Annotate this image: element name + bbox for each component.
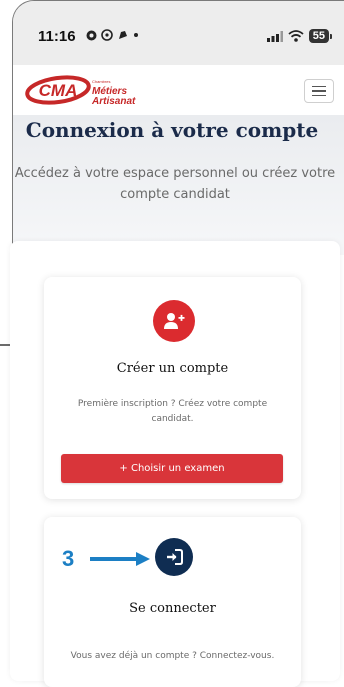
messaging-app-icon [119,31,127,39]
cma-logo[interactable]: CMA [25,75,91,105]
notification-dot-icon [86,30,97,40]
create-account-text: Première inscription ? Créez votre compt… [77,399,268,424]
status-notification-icons [86,29,139,41]
whatsapp-icon [101,29,113,41]
login-text: Vous avez déjà un compte ? Connectez-vou… [70,651,275,661]
create-account-card: Créer un compte Première inscription ? C… [44,277,301,499]
annotation-arrow-icon [90,552,150,566]
login-card[interactable]: Se connecter Vous avez déjà un compte ? … [44,517,301,687]
annotation-step-number: 3 [62,546,75,571]
logo-line3: Artisanat [92,96,136,107]
signal-icon [266,30,283,42]
battery-indicator: 55 [308,29,333,43]
hamburger-menu-icon[interactable] [304,79,334,103]
create-account-title: Créer un compte [116,361,229,376]
more-dot-icon [134,33,138,37]
page-subtitle: Accédez à votre espace personnel ou crée… [14,166,336,202]
status-system-icons: 55 [266,29,333,43]
status-time: 11:16 [38,28,76,45]
status-bar: 11:16 55 [13,1,344,65]
wifi-icon [288,30,304,42]
site-header: CMA Chambres Métiers Artisanat [13,65,344,116]
choose-exam-button[interactable]: + Choisir un examen [61,454,283,483]
logo-wordmark: Chambres Métiers Artisanat [92,77,135,107]
login-icon [155,538,193,576]
svg-text:CMA: CMA [39,81,78,100]
add-user-icon [153,300,195,342]
page-title: Connexion à votre compte [25,118,319,142]
login-title: Se connecter [129,601,216,616]
